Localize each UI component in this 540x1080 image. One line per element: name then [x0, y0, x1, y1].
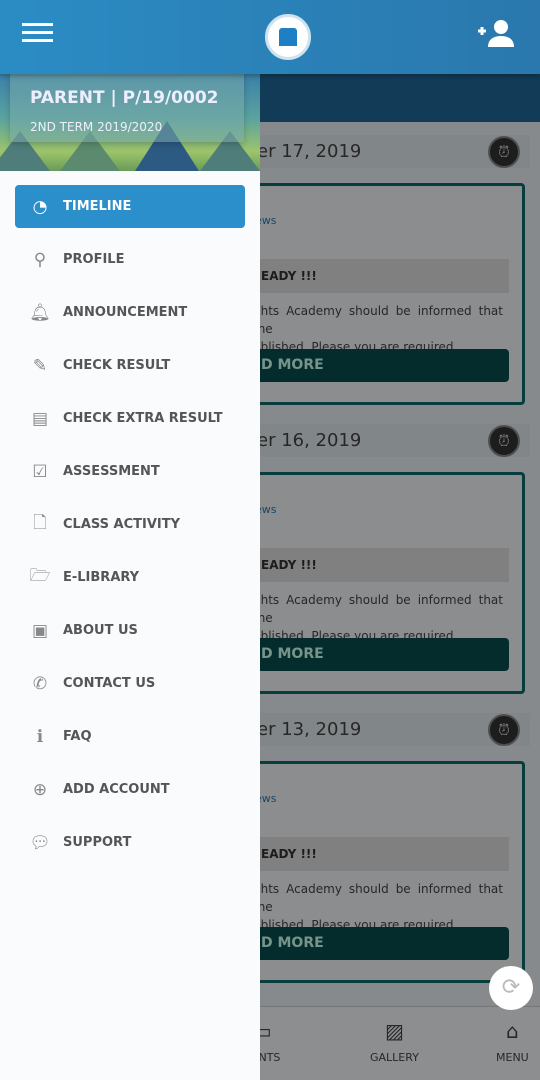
menu-item-label: ANNOUNCEMENT [63, 305, 188, 320]
menu-item-label: CHECK EXTRA RESULT [63, 411, 223, 426]
menu-item-timeline[interactable]: ◔ TIMELINE [15, 185, 245, 228]
menu-item-contact-us[interactable]: ✆ CONTACT US [15, 657, 245, 710]
edit-icon: ✎ [32, 355, 48, 376]
menu-item-class-activity[interactable]: 🗋 CLASS ACTIVITY [15, 498, 245, 551]
menu-item-label: FAQ [63, 729, 92, 744]
menu-item-label: CONTACT US [63, 676, 156, 691]
menu-item-label: SUPPORT [63, 835, 132, 850]
phone-icon: ✆ [32, 673, 48, 694]
navigation-drawer: PARENT | P/19/0002 2ND TERM 2019/2020 ◔ T… [0, 74, 260, 1080]
user-card: PARENT | P/19/0002 2ND TERM 2019/2020 [10, 74, 244, 142]
menu-item-label: ABOUT US [63, 623, 138, 638]
info-icon: ℹ [36, 726, 44, 747]
menu-item-label: PROFILE [63, 252, 125, 267]
menu-item-support[interactable]: 💬︎ SUPPORT [15, 816, 245, 869]
file-icon: 🗋 [33, 513, 47, 533]
menu-item-label: ASSESSMENT [63, 464, 160, 479]
checkbox-icon: ☑ [32, 461, 48, 482]
term-label: 2ND TERM 2019/2020 [30, 120, 163, 134]
user-id: PARENT | P/19/0002 [30, 88, 219, 108]
plus-circle-icon: ⊕ [32, 779, 48, 800]
menu-item-label: TIMELINE [63, 199, 132, 214]
menu-item-check-extra-result[interactable]: ▤ CHECK EXTRA RESULT [15, 392, 245, 445]
add-user-icon[interactable] [476, 18, 516, 48]
menu-item-announcement[interactable]: 🔔︎ ANNOUNCEMENT [15, 286, 245, 339]
menu-item-label: CLASS ACTIVITY [63, 517, 181, 532]
bell-icon: 🔔︎ [29, 302, 51, 323]
hamburger-icon[interactable] [22, 23, 53, 43]
menu-item-e-library[interactable]: 🗁 E-LIBRARY [15, 551, 245, 604]
menu-item-profile[interactable]: ⚲ PROFILE [15, 233, 245, 286]
menu-item-faq[interactable]: ℹ FAQ [15, 710, 245, 763]
id-card-icon: ▣ [31, 620, 49, 641]
menu-item-about-us[interactable]: ▣ ABOUT US [15, 604, 245, 657]
refresh-button[interactable]: ⟳ [489, 966, 533, 1010]
menu-item-label: ADD ACCOUNT [63, 782, 170, 797]
menu-item-add-account[interactable]: ⊕ ADD ACCOUNT [15, 763, 245, 816]
menu-item-assessment[interactable]: ☑ ASSESSMENT [15, 445, 245, 498]
person-pin-icon: ⚲ [33, 249, 47, 270]
top-app-bar [0, 0, 540, 74]
comments-icon: 💬︎ [29, 832, 51, 853]
menu-item-label: E-LIBRARY [63, 570, 140, 585]
menu-item-check-result[interactable]: ✎ CHECK RESULT [15, 339, 245, 392]
drawer-menu: ◔ TIMELINE ⚲ PROFILE 🔔︎ ANNOUNCEMENT ✎ CHECK RE… [0, 185, 260, 869]
folder-open-icon: 🗁 [29, 566, 51, 586]
menu-item-label: CHECK RESULT [63, 358, 171, 373]
refresh-icon: ⟳ [501, 975, 521, 1000]
drawer-header: PARENT | P/19/0002 2ND TERM 2019/2020 [0, 74, 260, 171]
school-logo [265, 14, 311, 60]
newspaper-icon: ▤ [31, 408, 49, 429]
dashboard-icon: ◔ [32, 196, 48, 217]
